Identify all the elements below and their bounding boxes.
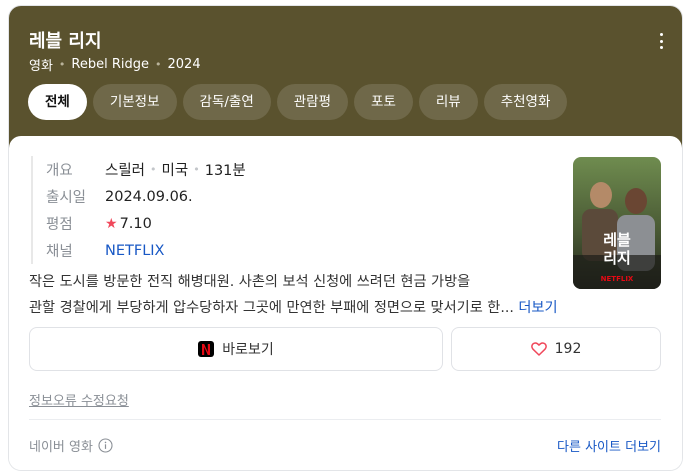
separator-dot: • (155, 58, 162, 71)
like-count: 192 (554, 341, 582, 357)
poster-title: 레블 (603, 231, 631, 249)
release-year: 2024 (167, 57, 201, 72)
info-list: 개요 스릴러 • 미국 • 131분 출시일 2024.09.06. 평점 ★ … (31, 156, 246, 264)
rating-number: 7.10 (119, 215, 152, 232)
heart-icon (530, 342, 547, 356)
synopsis-line-text: 관할 경찰에게 부당하게 압수당하자 그곳에 만연한 부패에 정면으로 맞서기로… (29, 300, 514, 316)
release-date: 2024.09.06. (105, 188, 193, 205)
tab-bar: 전체 기본정보 감독/출연 관람평 포토 리뷰 추천영화 (28, 84, 568, 120)
separator-dot: • (193, 163, 200, 176)
tab-basic-info[interactable]: 기본정보 (92, 84, 177, 120)
content-panel: 개요 스릴러 • 미국 • 131분 출시일 2024.09.06. 평점 ★ … (9, 136, 682, 470)
divider (29, 419, 661, 420)
tab-all[interactable]: 전체 (28, 84, 87, 120)
watch-button-label: 바로보기 (222, 342, 274, 358)
info-key: 평점 (46, 217, 73, 233)
info-key: 개요 (46, 163, 73, 179)
channel-link[interactable]: NETFLIX (105, 243, 165, 259)
more-vertical-icon[interactable] (658, 33, 664, 49)
source-label: 네이버 영화 (29, 436, 113, 455)
country-text: 미국 (161, 163, 189, 179)
synopsis-line: 관할 경찰에게 부당하게 압수당하자 그곳에 만연한 부패에 정면으로 맞서기로… (29, 295, 665, 321)
category-label: 영화 (29, 59, 53, 74)
star-icon: ★ (105, 215, 118, 232)
separator-dot: • (58, 58, 66, 71)
info-row-channel: 채널 NETFLIX (46, 237, 246, 264)
other-sites-link[interactable]: 다른 사이트 더보기 (557, 436, 661, 455)
info-row-rating: 평점 ★ 7.10 (46, 210, 246, 237)
more-link[interactable]: 더보기 (518, 300, 557, 316)
info-value: 스릴러 • 미국 • 131분 (105, 159, 246, 180)
rating-value[interactable]: ★ 7.10 (105, 216, 152, 232)
movie-card: 레블 리지 영화 • Rebel Ridge • 2024 전체 기본정보 감독… (9, 6, 682, 470)
info-key: 채널 (46, 244, 73, 260)
tab-cast[interactable]: 감독/출연 (182, 84, 271, 120)
source-text: 네이버 영화 (29, 440, 93, 455)
watch-button[interactable]: 바로보기 (29, 327, 443, 371)
tab-photos[interactable]: 포토 (354, 84, 413, 120)
info-key: 출시일 (46, 190, 87, 206)
netflix-icon (198, 341, 215, 357)
tab-review-posts[interactable]: 리뷰 (418, 84, 478, 120)
synopsis: 작은 도시를 방문한 전직 해병대원. 사촌의 보석 신청에 쓰려던 현금 가방… (29, 269, 665, 321)
original-title: Rebel Ridge (71, 57, 150, 72)
movie-title[interactable]: 레블 리지 (29, 27, 102, 53)
genre-text[interactable]: 스릴러 (105, 159, 145, 180)
info-row-overview: 개요 스릴러 • 미국 • 131분 (46, 156, 246, 183)
separator-dot: • (150, 163, 157, 176)
poster-title: 리지 (603, 249, 631, 267)
info-row-release: 출시일 2024.09.06. (46, 183, 246, 210)
tab-reviews[interactable]: 관람평 (276, 84, 349, 120)
info-icon[interactable] (98, 438, 113, 453)
runtime-text: 131분 (204, 163, 246, 179)
report-error-link[interactable]: 정보오류 수정요청 (29, 390, 129, 409)
like-button[interactable]: 192 (451, 327, 661, 371)
tab-recommended[interactable]: 추천영화 (483, 84, 568, 120)
synopsis-line: 작은 도시를 방문한 전직 해병대원. 사촌의 보석 신청에 쓰려던 현금 가방… (29, 274, 471, 290)
movie-subtitle: 영화 • Rebel Ridge • 2024 (29, 55, 201, 74)
